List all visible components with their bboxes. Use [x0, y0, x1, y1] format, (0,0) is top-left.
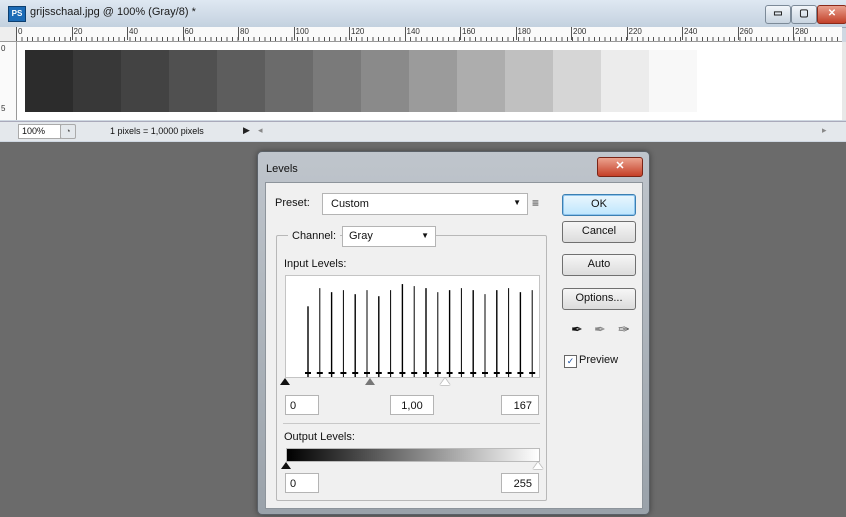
gray-swatch [553, 50, 601, 112]
document-info: 1 pixels = 1,0000 pixels [110, 126, 204, 136]
gamma-handle[interactable] [365, 378, 375, 385]
gray-swatch [409, 50, 457, 112]
ok-button[interactable]: OK [562, 194, 636, 216]
gray-eyedropper-icon[interactable]: ✒ [594, 321, 606, 338]
hruler-label: 280 [793, 27, 808, 40]
hruler-label: 80 [238, 27, 249, 40]
gray-swatch [169, 50, 217, 112]
black-eyedropper-icon[interactable]: ✒ [571, 321, 583, 338]
scroll-right-icon[interactable]: ▸ [822, 125, 827, 136]
hruler-label: 180 [515, 27, 531, 40]
preview-label: Preview [579, 354, 619, 366]
maximize-button[interactable]: ▢ [791, 5, 817, 24]
vertical-scrollbar[interactable] [842, 42, 846, 120]
document-title: grijsschaal.jpg @ 100% (Gray/8) * [30, 6, 196, 18]
gray-swatch [217, 50, 265, 112]
hruler-label: 20 [71, 27, 82, 40]
white-point-handle[interactable] [440, 378, 450, 385]
output-black-field[interactable]: 0 [285, 473, 319, 493]
gray-swatch [361, 50, 409, 112]
gray-swatch [265, 50, 313, 112]
minimize-button[interactable]: ▭ [765, 5, 791, 24]
input-gamma-field[interactable]: 1,00 [390, 395, 434, 415]
document-window: PS grijsschaal.jpg @ 100% (Gray/8) * ▭ ▢… [0, 0, 846, 142]
ruler-corner[interactable] [0, 27, 17, 42]
hruler-label: 260 [737, 27, 753, 40]
output-white-field[interactable]: 255 [501, 473, 539, 493]
gray-swatch [649, 50, 697, 112]
auto-button[interactable]: Auto [562, 254, 636, 276]
input-levels-slider[interactable] [280, 376, 538, 388]
preset-value: Custom [331, 198, 369, 210]
minimize-icon: ▭ [773, 8, 783, 19]
hruler-label: 160 [460, 27, 475, 40]
gray-swatch [25, 50, 73, 112]
vruler-label: 0 [1, 44, 6, 53]
chevron-down-icon: ▼ [421, 231, 429, 240]
histogram [285, 275, 540, 378]
image-canvas[interactable] [17, 42, 842, 120]
zoom-field[interactable]: 100% [18, 124, 61, 139]
close-window-button[interactable]: ✕ [817, 5, 846, 24]
status-info-icon[interactable]: ◔ [60, 124, 76, 139]
preset-select[interactable]: Custom ▼ [322, 193, 528, 215]
close-icon: ✕ [827, 8, 837, 19]
gray-swatch [313, 50, 361, 112]
output-levels-slider[interactable] [281, 460, 543, 470]
preset-options-menu-icon[interactable]: ≡ [532, 196, 539, 210]
gray-swatch [745, 50, 793, 112]
hruler-label: 140 [404, 27, 420, 40]
histogram-graph [305, 284, 536, 377]
hruler-label: 220 [626, 27, 642, 40]
gray-swatch [697, 50, 745, 112]
horizontal-ruler[interactable]: 0 20 40 60 80 100 120 140 160 180 200 220 240 260 280 [16, 27, 842, 42]
preview-checkbox[interactable]: ✓ [564, 355, 577, 368]
vertical-ruler[interactable]: 0 5 [0, 42, 17, 120]
levels-close-button[interactable]: ✕ [597, 157, 643, 177]
maximize-icon: ▢ [799, 8, 809, 19]
hruler-label: 240 [682, 27, 697, 40]
gray-swatch [457, 50, 505, 112]
hruler-label: 40 [127, 27, 138, 40]
input-white-field[interactable]: 167 [501, 395, 539, 415]
output-levels-label: Output Levels: [284, 431, 355, 443]
gray-swatch [73, 50, 121, 112]
hruler-label: 0 [16, 27, 22, 40]
hruler-label: 120 [349, 27, 364, 40]
divider [283, 423, 540, 424]
document-titlebar[interactable]: PS grijsschaal.jpg @ 100% (Gray/8) * ▭ ▢… [0, 0, 846, 28]
channel-label: Channel: [288, 230, 341, 242]
levels-body: Preset: Custom ▼ ≡ OK Cancel Auto Option… [265, 182, 643, 509]
gray-swatch [121, 50, 169, 112]
channel-value: Gray [349, 230, 373, 242]
levels-dialog: Levels ✕ Preset: Custom ▼ ≡ OK Cancel Au… [257, 151, 650, 515]
options-button[interactable]: Options... [562, 288, 636, 310]
cancel-button[interactable]: Cancel [562, 221, 636, 243]
gray-swatch [505, 50, 553, 112]
black-point-handle[interactable] [280, 378, 290, 385]
hruler-label: 200 [571, 27, 586, 40]
input-levels-label: Input Levels: [284, 258, 347, 270]
white-eyedropper-icon[interactable]: ✒ [618, 321, 630, 338]
status-bar: 100% ◔ 1 pixels = 1,0000 pixels ▶ ◂ ▸ [0, 121, 846, 141]
channel-select[interactable]: Gray ▼ [342, 226, 436, 247]
output-black-handle[interactable] [281, 462, 291, 469]
preset-label: Preset: [275, 197, 310, 209]
gray-swatch [601, 50, 649, 112]
hruler-label: 60 [182, 27, 193, 40]
photoshop-icon: PS [8, 6, 26, 22]
scroll-left-icon[interactable]: ◂ [258, 125, 263, 136]
levels-dialog-title: Levels [266, 163, 298, 175]
hruler-label: 100 [293, 27, 309, 40]
grayscale-swatches [25, 50, 793, 112]
status-menu-arrow-icon[interactable]: ▶ [243, 125, 250, 136]
vruler-label: 5 [1, 104, 6, 113]
input-black-field[interactable]: 0 [285, 395, 319, 415]
output-white-handle[interactable] [533, 462, 543, 469]
chevron-down-icon: ▼ [513, 198, 521, 207]
